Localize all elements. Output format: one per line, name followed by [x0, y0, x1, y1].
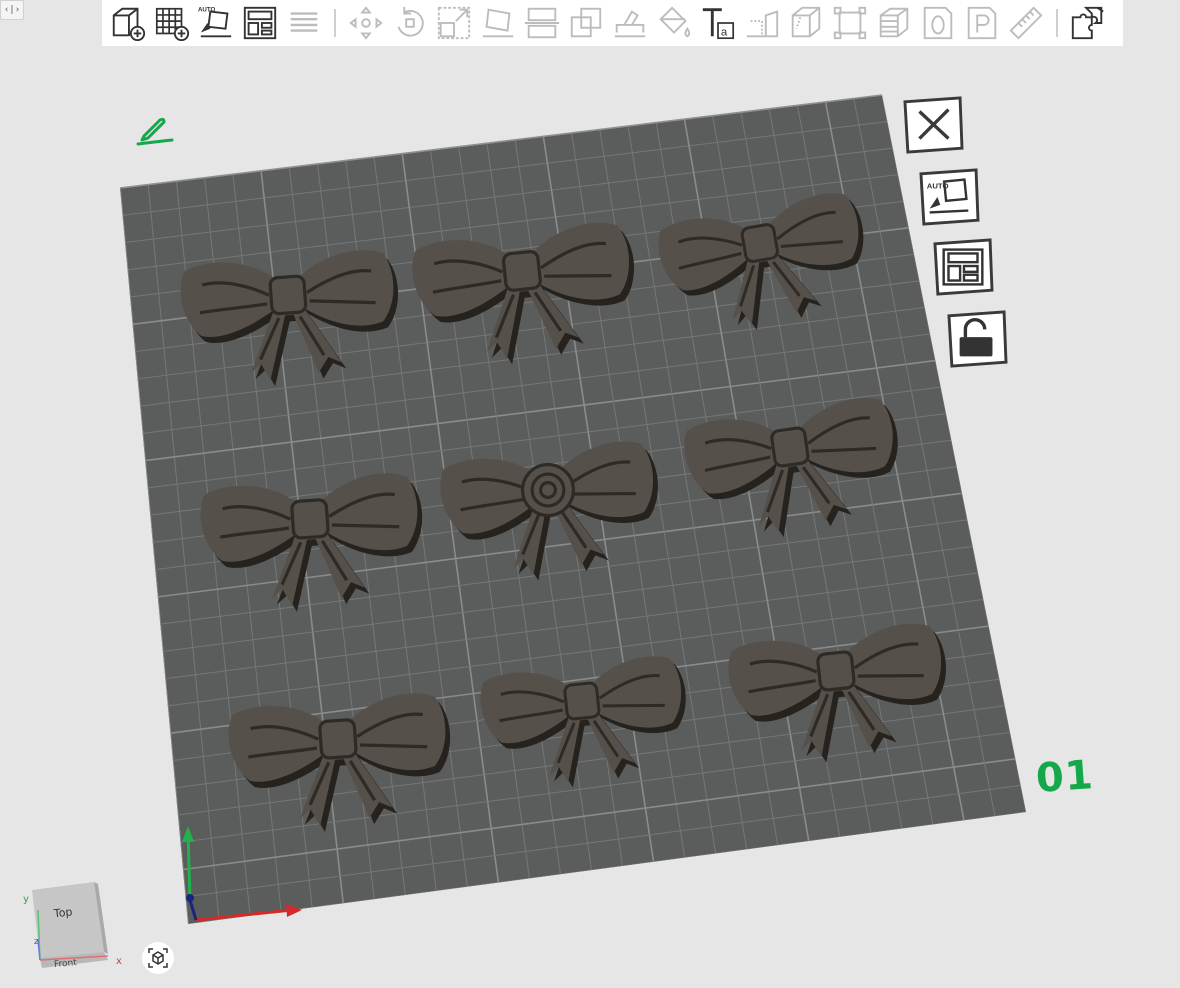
bow-knot	[770, 426, 810, 468]
bow-knot	[290, 498, 330, 540]
arrange-plate-button[interactable]	[932, 238, 994, 296]
view-cube[interactable]: Top Front y z x	[18, 880, 130, 976]
fit-view-button[interactable]	[142, 942, 174, 974]
view-cube-top-face[interactable]	[32, 882, 104, 958]
axis-y-indicator	[186, 831, 192, 901]
origin-point	[186, 894, 194, 902]
lock-plate-button[interactable]	[946, 310, 1008, 368]
bow-knot	[816, 650, 856, 692]
bow-knot	[740, 223, 779, 263]
view-cube-top-label: Top	[52, 905, 73, 920]
bow-knot	[268, 274, 308, 316]
unlock-icon	[947, 310, 1008, 368]
view-cube-axis-z-label: z	[34, 937, 39, 947]
auto-orient-icon: AUTO	[919, 168, 980, 226]
bow-knot	[501, 249, 542, 292]
fit-view-icon	[148, 948, 168, 968]
view-cube-front-label: Front	[54, 958, 78, 970]
edit-pencil-icon[interactable]	[136, 112, 176, 150]
view-cube-axis-x-label: x	[116, 956, 122, 967]
arrange-icon	[933, 238, 994, 296]
bow-knot	[563, 681, 601, 721]
rose-center	[538, 480, 558, 500]
close-plate-button[interactable]	[902, 96, 964, 154]
close-x-icon	[903, 96, 964, 154]
plate-number-label[interactable]: 01	[1034, 752, 1095, 802]
auto-orient-plate-button[interactable]: AUTO	[918, 168, 980, 226]
plate-side-panel: AUTO	[902, 96, 1020, 386]
bow-knot	[318, 718, 358, 760]
view-cube-axis-y-label: y	[23, 894, 29, 905]
